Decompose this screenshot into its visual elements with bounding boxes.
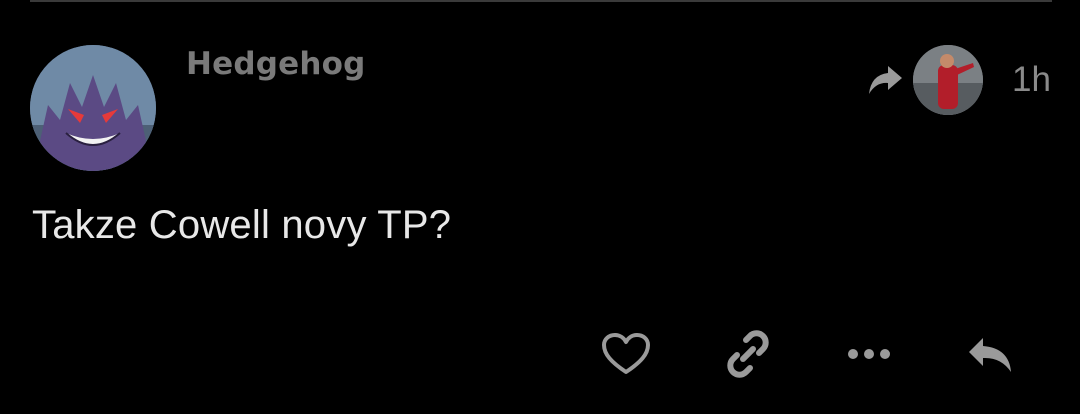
like-button[interactable]	[598, 326, 654, 382]
booster-avatar[interactable]	[913, 45, 983, 115]
more-options-button[interactable]	[841, 326, 897, 382]
post-content: Takze Cowell novy TP?	[32, 203, 452, 247]
more-dots-icon	[848, 349, 890, 359]
author-name[interactable]: Hedgehog	[186, 46, 366, 82]
link-icon	[727, 330, 769, 378]
reply-button[interactable]	[963, 326, 1019, 382]
reply-arrow-icon	[969, 338, 1011, 372]
boost-arrow-icon	[866, 63, 904, 97]
heart-icon	[602, 333, 650, 374]
post-card: Hedgehog 1h Takze Cowell novy TP?	[0, 0, 1080, 414]
booster-avatar-image	[913, 45, 983, 115]
avatar-image	[30, 45, 156, 171]
post-timestamp: 1h	[1012, 60, 1051, 99]
copy-link-button[interactable]	[720, 326, 776, 382]
author-avatar[interactable]	[30, 45, 156, 171]
